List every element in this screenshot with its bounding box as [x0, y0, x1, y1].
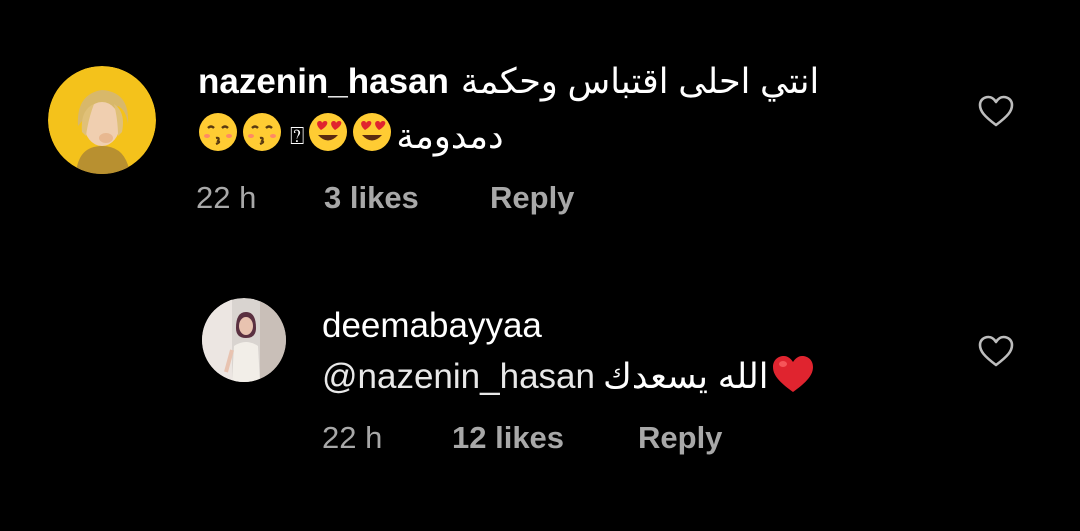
comment-likes[interactable]: 12 likes — [452, 420, 638, 456]
comment-time: 22 h — [196, 180, 257, 215]
avatar[interactable] — [48, 66, 156, 174]
kissing-face-emoji-icon — [198, 112, 238, 161]
comments-screen: nazenin_hasan انتي احلى اقتباس وحكمة ⍰ د… — [0, 0, 1080, 531]
comment-username[interactable]: nazenin_hasan — [198, 62, 449, 102]
heart-eyes-emoji-icon — [352, 112, 392, 161]
like-heart-icon[interactable] — [976, 92, 1016, 132]
avatar[interactable] — [202, 298, 286, 382]
reply-button[interactable]: Reply — [638, 420, 722, 456]
comment-meta: 22 h 3 likes Reply — [196, 180, 574, 216]
comment-line1: nazenin_hasan انتي احلى اقتباس وحكمة — [198, 62, 819, 102]
comment-likes[interactable]: 3 likes — [324, 180, 490, 216]
reply-button[interactable]: Reply — [490, 180, 574, 216]
comment-username[interactable]: deemabayyaa — [322, 306, 542, 346]
red-heart-emoji-icon — [771, 354, 815, 399]
comment-time: 22 h — [322, 420, 383, 455]
mention-link[interactable]: @nazenin_hasan — [322, 357, 595, 397]
comment-text-line2: دمدومة — [396, 116, 504, 156]
comment-meta: 22 h 12 likes Reply — [322, 420, 722, 456]
heart-eyes-emoji-icon — [308, 112, 348, 161]
comment-text: انتي احلى اقتباس وحكمة — [460, 62, 820, 101]
comment-deemabayyaa: deemabayyaa @nazenin_hasan الله يسعدك 22… — [0, 280, 1080, 520]
like-heart-icon[interactable] — [976, 332, 1016, 372]
comment-nazenin: nazenin_hasan انتي احلى اقتباس وحكمة ⍰ د… — [0, 0, 1080, 240]
comment-text: الله يسعدك — [602, 356, 769, 396]
missing-glyph-icon: ⍰ — [290, 122, 305, 150]
reply-line2: @nazenin_hasan الله يسعدك — [322, 354, 815, 399]
comment-line2: ⍰ دمدومة — [198, 112, 504, 161]
reply-line1: deemabayyaa — [322, 306, 542, 346]
kissing-face-emoji-icon — [242, 112, 282, 161]
